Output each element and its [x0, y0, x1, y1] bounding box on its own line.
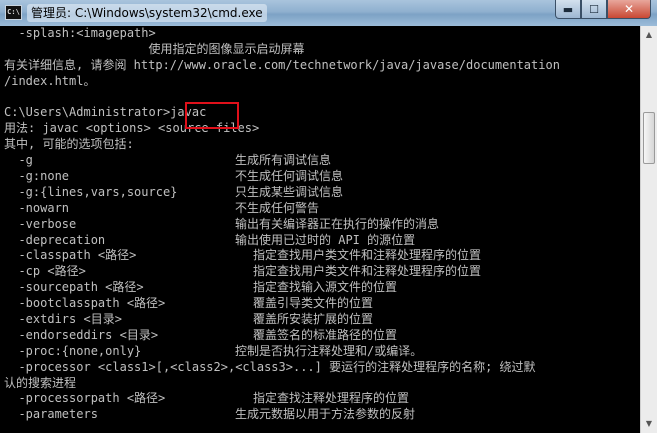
console-line: -proc:{none,only} 控制是否执行注释处理和/或编译。	[0, 344, 640, 360]
minimize-button[interactable]: ▬	[555, 0, 581, 19]
console-line: 使用指定的图像显示启动屏幕	[0, 42, 640, 58]
console-line-text: -g:none	[4, 169, 70, 184]
console-line-text: -classpath <路径>	[4, 248, 137, 263]
console-line: -parameters 生成元数据以用于方法参数的反射	[0, 407, 640, 423]
console-line: -verbose 输出有关编译器正在执行的操作的消息	[0, 217, 640, 233]
console-line-description: 输出有关编译器正在执行的操作的消息	[235, 216, 440, 231]
console-line-text: -extdirs <目录>	[4, 312, 122, 327]
console-line-text: -splash:<imagepath>	[4, 26, 156, 40]
console-line-text: C:\Users\Administrator>javac	[4, 105, 207, 120]
maximize-icon: ☐	[589, 2, 599, 16]
console-line-description: 生成元数据以用于方法参数的反射	[235, 407, 416, 422]
console-line: 其中, 可能的选项包括:	[0, 137, 640, 153]
console-line-description: 不生成任何警告	[235, 200, 320, 215]
console-line: 有关详细信息, 请参阅 http://www.oracle.com/techne…	[0, 58, 640, 74]
console-line: -processorpath <路径> 指定查找注释处理程序的位置	[0, 391, 640, 407]
console-line-description: 指定查找用户类文件和注释处理程序的位置	[253, 248, 482, 263]
console-line: C:\Users\Administrator>javac	[0, 105, 640, 121]
console-output[interactable]: -splash:<imagepath> 使用指定的图像显示启动屏幕 有关详细信息,…	[0, 26, 640, 433]
console-line-text: -cp <路径>	[4, 264, 86, 279]
window-title: 管理员: C:\Windows\system32\cmd.exe	[27, 4, 267, 22]
console-line-description: 控制是否执行注释处理和/或编译。	[235, 343, 423, 358]
maximize-button[interactable]: ☐	[581, 0, 607, 19]
console-line: -g:{lines,vars,source} 只生成某些调试信息	[0, 185, 640, 201]
console-line: -classpath <路径> 指定查找用户类文件和注释处理程序的位置	[0, 248, 640, 264]
console-line-text: 其中, 可能的选项包括:	[4, 137, 134, 152]
minimize-icon: ▬	[562, 2, 574, 16]
close-button[interactable]: ✕	[607, 0, 651, 19]
console-line: -g:none 不生成任何调试信息	[0, 169, 640, 185]
window-controls: ▬ ☐ ✕	[555, 0, 651, 20]
console-line-text: -verbose	[4, 216, 77, 231]
console-line-text: 使用指定的图像显示启动屏幕	[4, 41, 305, 56]
console-line-text: -bootclasspath <路径>	[4, 296, 166, 311]
console-line-text: -sourcepath <路径>	[4, 280, 144, 295]
console-line-description: 覆盖所安装扩展的位置	[253, 312, 374, 327]
console-line: -splash:<imagepath>	[0, 26, 640, 42]
console-line-description: 指定查找输入源文件的位置	[253, 280, 398, 295]
console-line-text: -parameters	[4, 407, 98, 422]
console-line: 用法: javac <options> <source files>	[0, 121, 640, 137]
console-line: /index.html。	[0, 74, 640, 90]
console-line-text: -deprecation	[4, 232, 106, 247]
console-line-text: -g:{lines,vars,source}	[4, 184, 178, 199]
title-bar[interactable]: C:\ 管理员: C:\Windows\system32\cmd.exe ▬ ☐…	[0, 0, 657, 26]
scrollbar-thumb[interactable]	[643, 112, 655, 164]
console-line-text: -proc:{none,only}	[4, 343, 142, 358]
console-line: -extdirs <目录> 覆盖所安装扩展的位置	[0, 312, 640, 328]
close-icon: ✕	[623, 2, 635, 16]
console-line-text: 有关详细信息, 请参阅 http://www.oracle.com/techne…	[4, 57, 560, 72]
console-line-description: 覆盖引导类文件的位置	[253, 296, 374, 311]
console-line: -sourcepath <路径> 指定查找输入源文件的位置	[0, 280, 640, 296]
scroll-down-icon[interactable]: ▼	[643, 417, 655, 431]
cmd-window: C:\ 管理员: C:\Windows\system32\cmd.exe ▬ ☐…	[0, 0, 657, 433]
console-line-description: 覆盖签名的标准路径的位置	[253, 327, 398, 342]
console-line-text: -processorpath <路径>	[4, 391, 166, 406]
javac-command-highlight	[185, 102, 239, 129]
scroll-up-icon[interactable]: ▲	[643, 28, 655, 42]
console-line: -cp <路径> 指定查找用户类文件和注释处理程序的位置	[0, 264, 640, 280]
console-line-text: -processor <class1>[,<class2>,<class3>..…	[4, 359, 536, 374]
console-line: -bootclasspath <路径> 覆盖引导类文件的位置	[0, 296, 640, 312]
console-line: 认的搜索进程	[0, 376, 640, 392]
console-line-text: -nowarn	[4, 200, 70, 215]
console-line-text: /index.html。	[4, 73, 96, 88]
console-line-description: 不生成任何调试信息	[235, 169, 344, 184]
console-line-text: -endorseddirs <目录>	[4, 327, 159, 342]
cmd-app-icon[interactable]: C:\	[5, 5, 22, 20]
console-line-text: -g	[4, 153, 33, 168]
console-line: -g 生成所有调试信息	[0, 153, 640, 169]
console-line: -nowarn 不生成任何警告	[0, 201, 640, 217]
console-line: -processor <class1>[,<class2>,<class3>..…	[0, 360, 640, 376]
console-line-description: 只生成某些调试信息	[235, 184, 344, 199]
console-line-text: 认的搜索进程	[4, 375, 77, 390]
console-line-description: 生成所有调试信息	[235, 153, 332, 168]
console-line-description: 指定查找用户类文件和注释处理程序的位置	[253, 264, 482, 279]
console-line-description: 输出使用已过时的 API 的源位置	[235, 232, 416, 247]
console-line-description: 指定查找注释处理程序的位置	[253, 391, 410, 406]
console-line: -deprecation 输出使用已过时的 API 的源位置	[0, 233, 640, 249]
console-line: -endorseddirs <目录> 覆盖签名的标准路径的位置	[0, 328, 640, 344]
vertical-scrollbar[interactable]: ▲ ▼	[640, 26, 657, 433]
